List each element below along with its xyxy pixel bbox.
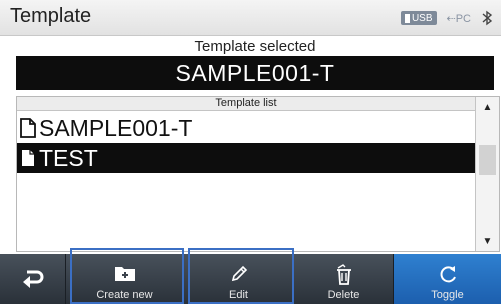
return-icon (22, 270, 43, 288)
file-filled-icon (22, 150, 34, 166)
delete-button[interactable]: Delete (294, 254, 394, 304)
list-item-label: SAMPLE001-T (39, 114, 193, 141)
create-new-button[interactable]: Create new (66, 254, 184, 304)
selected-template-value: SAMPLE001-T (16, 56, 494, 90)
back-button[interactable] (0, 254, 66, 304)
bottom-toolbar: Create new Edit Delete Toggle (0, 254, 501, 304)
scroll-up-arrow-icon[interactable]: ▲ (476, 97, 499, 117)
scroll-down-arrow-icon[interactable]: ▼ (476, 231, 499, 251)
pencil-icon (231, 265, 247, 282)
pc-label: PC (455, 12, 471, 25)
bluetooth-icon (482, 10, 493, 26)
delete-label: Delete (327, 289, 360, 301)
file-outline-icon (20, 118, 36, 138)
template-list-header: Template list (17, 97, 475, 111)
list-scrollbar[interactable]: ▲ ▼ (475, 97, 499, 251)
usb-plug-icon (404, 13, 410, 23)
list-item-label: TEST (39, 144, 98, 171)
scroll-thumb[interactable] (479, 145, 496, 175)
pc-indicator: ⇠PC (446, 12, 472, 25)
usb-indicator: USB (400, 11, 437, 25)
trash-icon (336, 264, 351, 285)
toggle-button[interactable]: Toggle (394, 254, 501, 304)
template-list: Template list SAMPLE001-T TEST ▲ ▼ (16, 96, 500, 252)
title-bar: Template USB ⇠PC (0, 0, 501, 36)
page-title: Template (10, 5, 92, 27)
toggle-label: Toggle (431, 289, 464, 301)
edit-button[interactable]: Edit (184, 254, 294, 304)
list-item[interactable]: TEST (17, 143, 475, 173)
selected-template-label: Template selected (194, 38, 316, 55)
refresh-icon (440, 266, 456, 283)
status-indicators: USB ⇠PC (400, 9, 493, 27)
edit-label: Edit (229, 289, 248, 301)
folder-add-icon (114, 267, 135, 281)
list-item[interactable]: SAMPLE001-T (17, 113, 475, 143)
create-new-label: Create new (96, 289, 153, 301)
usb-label: USB (411, 12, 433, 24)
